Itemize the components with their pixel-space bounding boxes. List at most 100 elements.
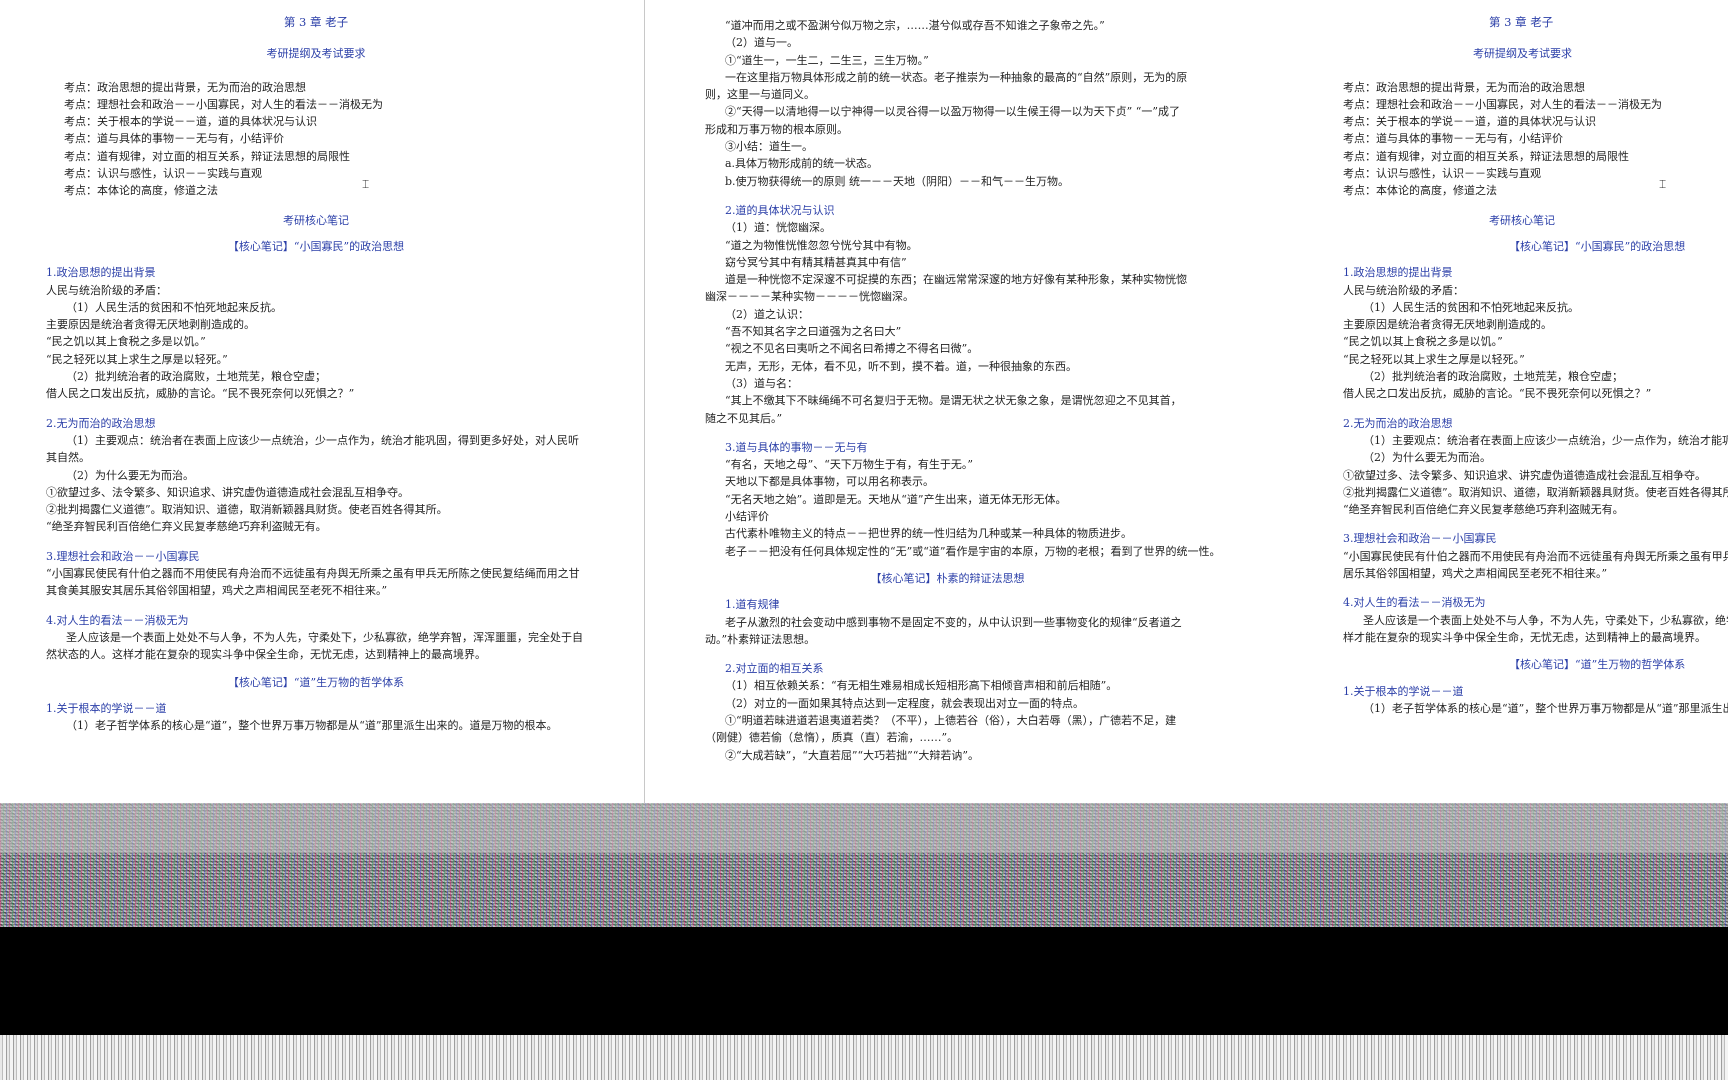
notes-heading: 考研核心笔记 xyxy=(1489,213,1555,227)
page-middle-content: “道冲而用之或不盈渊兮似万物之宗，……湛兮似或存吾不知谁之子象帝之先。” （2）… xyxy=(705,17,1221,764)
text-line: （2）为什么要无为而治。 xyxy=(1363,451,1491,465)
text-line: 人民与统治阶级的矛盾： xyxy=(46,283,167,297)
exam-point: 考点：政治思想的提出背景，无为而治的政治思想 xyxy=(1343,80,1585,94)
text-line: 借人民之口发出反抗，威胁的言论。“民不畏死奈何以死惧之？” xyxy=(46,387,355,401)
text-line: 借人民之口发出反抗，威胁的言论。“民不畏死奈何以死惧之？” xyxy=(1343,387,1652,401)
text-line: “民之饥以其上食税之多是以饥。” xyxy=(1343,335,1503,349)
section-heading: 4.对人生的看法－－消极无为 xyxy=(1343,596,1486,610)
text-line: （2）道之认识： xyxy=(725,307,809,321)
text-paragraph: 道是一种恍惚不定深邃不可捉摸的东西；在幽远常常深邃的地方好像有某种形象，某种实物… xyxy=(705,273,1187,304)
text-line: “无名天地之始”。道即是无。天地从“道”产生出来，道无体无形无体。 xyxy=(725,492,1067,506)
text-line: “吾不知其名字之曰道强为之名曰大” xyxy=(725,325,902,339)
section-heading: 3.理想社会和政治－－小国寡民 xyxy=(46,549,200,563)
text-line: （3）道与名： xyxy=(725,376,798,390)
section-heading: 2.无为而治的政治思想 xyxy=(1343,416,1453,430)
section-heading: 2.道的具体状况与认识 xyxy=(725,203,835,217)
text-cursor-icon: ⌶ xyxy=(362,177,370,191)
text-line: 窈兮冥兮其中有精其精甚真其中有信” xyxy=(725,255,907,269)
exam-point: 考点：道有规律，对立面的相互关系，辩证法思想的局限性 xyxy=(64,149,350,163)
exam-point: 考点：道与具体的事物－－无与有，小结评价 xyxy=(1343,132,1563,146)
text-line: “绝圣弃智民利百倍绝仁弃义民复孝慈绝巧弃利盗贼无有。 xyxy=(46,520,327,534)
text-line: b.使万物获得统一的原则 统一－－天地（阴阳）－－和气－－生万物。 xyxy=(725,174,1070,188)
page-right-content: 第 3 章 老子 考研提纲及考试要求 考点：政治思想的提出背景，无为而治的政治思… xyxy=(1343,14,1728,717)
text-line: （2）对立的一面如果其特点达到一定程度，就会表现出对立一面的特点。 xyxy=(725,696,1084,710)
text-line: （2）批判统治者的政治腐败，土地荒芜，粮仓空虚； xyxy=(66,370,326,384)
exam-point: 考点：认识与感性，认识－－实践与直观 xyxy=(1343,167,1541,181)
section-heading: 1.道有规律 xyxy=(725,598,780,612)
exam-point: 考点：道有规律，对立面的相互关系，辩证法思想的局限性 xyxy=(1343,149,1629,163)
text-line: “道冲而用之或不盈渊兮似万物之宗，……湛兮似或存吾不知谁之子象帝之先。” xyxy=(725,19,1105,32)
notes-heading: 考研核心笔记 xyxy=(283,213,349,227)
text-line: 老子－－把没有任何具体规定性的“无”或“道”看作是宇宙的本原，万物的老根；看到了… xyxy=(725,544,1221,558)
document-page-right: 第 3 章 老子 考研提纲及考试要求 考点：政治思想的提出背景，无为而治的政治思… xyxy=(1243,0,1728,803)
exam-points-list: 考点：政治思想的提出背景，无为而治的政治思想 考点：理想社会和政治－－小国寡民，… xyxy=(1343,79,1728,200)
exam-point: 考点：关于根本的学说－－道，道的具体状况与认识 xyxy=(64,115,317,129)
text-line: （1）老子哲学体系的核心是“道”，整个世界万事万物都是从“道”那里派生出来的。道… xyxy=(66,719,558,733)
document-page-middle: “道冲而用之或不盈渊兮似万物之宗，……湛兮似或存吾不知谁之子象帝之先。” （2）… xyxy=(646,0,1243,803)
text-line: 小结评价 xyxy=(725,510,769,524)
chapter-title: 第 3 章 老子 xyxy=(1489,15,1554,29)
text-line: 主要原因是统治者贪得无厌地剥削造成的。 xyxy=(46,318,255,332)
text-line: 人民与统治阶级的矛盾： xyxy=(1343,283,1464,297)
page-divider xyxy=(644,0,645,803)
text-paragraph: 圣人应该是一个表面上处处不与人争，不为人先，守柔处下，少私寡欲，绝学弃智，浑浑噩… xyxy=(1343,613,1728,644)
exam-point: 考点：认识与感性，认识－－实践与直观 xyxy=(64,167,262,181)
exam-point: 考点：道与具体的事物－－无与有，小结评价 xyxy=(64,132,284,146)
exam-point: 考点：政治思想的提出背景，无为而治的政治思想 xyxy=(64,80,306,94)
text-line: （1）相互依赖关系：“有无相生难易相成长短相形高下相倾音声相和前后相随”。 xyxy=(725,679,1118,693)
section-heading: 1.政治思想的提出背景 xyxy=(1343,266,1453,280)
section-heading: 1.政治思想的提出背景 xyxy=(46,266,156,280)
text-line: （1）老子哲学体系的核心是“道”，整个世界万事万物都是从“道”那里派生出来的。道… xyxy=(1363,701,1728,715)
text-line: （1）人民生活的贫困和不怕死地起来反抗。 xyxy=(66,300,282,314)
text-line: “民之轻死以其上求生之厚是以轻死。” xyxy=(46,352,228,366)
text-paragraph: （1）主要观点：统治者在表面上应该少一点统治，少一点作为，统治才能巩固，得到更多… xyxy=(1363,433,1728,447)
text-paragraph: 老子从激烈的社会变动中感到事物不是固定不变的，从中认识到一些事物变化的规律“反者… xyxy=(705,615,1182,646)
document-page-left: 第 3 章 老子 考研提纲及考试要求 考点：政治思想的提出背景，无为而治的政治思… xyxy=(0,0,643,803)
text-line: 主要原因是统治者贪得无厌地剥削造成的。 xyxy=(1343,318,1552,332)
text-line: 无声，无形，无体，看不见，听不到，摸不着。道，一种很抽象的东西。 xyxy=(725,359,1077,373)
glitch-noise-band-bottom xyxy=(0,1035,1728,1080)
text-line: a.具体万物形成前的统一状态。 xyxy=(725,157,879,171)
section-heading: 4.对人生的看法－－消极无为 xyxy=(46,613,189,627)
core-note-heading: 【核心笔记】“道”生万物的哲学体系 xyxy=(1509,658,1686,672)
text-line: “民之轻死以其上求生之厚是以轻死。” xyxy=(1343,352,1525,366)
section-heading: 1.关于根本的学说－－道 xyxy=(1343,684,1464,698)
section-heading: 3.理想社会和政治－－小国寡民 xyxy=(1343,532,1497,546)
exam-point: 考点：理想社会和政治－－小国寡民，对人生的看法－－消极无为 xyxy=(1343,97,1662,111)
black-band xyxy=(0,927,1728,1035)
text-paragraph: （1）主要观点：统治者在表面上应该少一点统治，少一点作为，统治才能巩固，得到更多… xyxy=(46,433,579,465)
text-paragraph: “小国寡民使民有什伯之器而不用使民有舟治而不远徒虽有舟舆无所乘之虽有甲兵无所陈之… xyxy=(1343,549,1728,581)
text-line: （2）为什么要无为而治。 xyxy=(66,468,194,482)
section-heading: 1.关于根本的学说－－道 xyxy=(46,701,167,715)
text-line: “民之饥以其上食税之多是以饥。” xyxy=(46,335,206,349)
text-line: ①“道生一，一生二，二生三，三生万物。” xyxy=(725,53,929,67)
text-line: ①欲望过多、法令繁多、知识追求、讲究虚伪道德造成社会混乱互相争夺。 xyxy=(1343,468,1706,482)
text-line: （1）道：恍惚幽深。 xyxy=(725,221,831,235)
core-note-heading: 【核心笔记】“道”生万物的哲学体系 xyxy=(227,675,405,689)
text-line: ②批判揭露仁义道德”。取消知识、道德，取消新颖器具财货。使老百姓各得其所。 xyxy=(1343,485,1728,499)
text-line: ②批判揭露仁义道德”。取消知识、道德，取消新颖器具财货。使老百姓各得其所。 xyxy=(46,503,448,517)
text-line: “绝圣弃智民利百倍绝仁弃义民复孝慈绝巧弃利盗贼无有。 xyxy=(1343,503,1624,517)
text-line: “视之不见名曰夷听之不闻名曰希搏之不得名曰微”。 xyxy=(725,342,979,356)
section-heading: 3.道与具体的事物－－无与有 xyxy=(725,440,868,454)
section-heading: 2.对立面的相互关系 xyxy=(725,662,824,676)
text-line: ②“大成若缺”，“大直若屈”“大巧若拙”“大辩若讷”。 xyxy=(725,748,979,762)
text-line: 天地以下都是具体事物，可以用名称表示。 xyxy=(725,475,934,489)
text-line: ③小结：道生一。 xyxy=(725,140,813,154)
exam-point: 考点：关于根本的学说－－道，道的具体状况与认识 xyxy=(1343,115,1596,129)
glitch-noise-band-top xyxy=(0,803,1728,853)
core-note-heading: 【核心笔记】朴素的辩证法思想 xyxy=(870,571,1025,585)
text-line: ①欲望过多、法令繁多、知识追求、讲究虚伪道德造成社会混乱互相争夺。 xyxy=(46,485,409,499)
text-cursor-icon: ⌶ xyxy=(1659,177,1667,191)
outline-heading: 考研提纲及考试要求 xyxy=(266,47,366,61)
section-heading: 2.无为而治的政治思想 xyxy=(46,416,156,430)
text-paragraph: “小国寡民使民有什伯之器而不用使民有舟治而不远徒虽有舟舆无所乘之虽有甲兵无所陈之… xyxy=(46,567,580,598)
text-paragraph: ①“明道若昧进道若退夷道若类？（不平），上德若谷（俗），大白若辱（黑），广德若不… xyxy=(705,713,1177,745)
text-paragraph: ②“天得一以清地得一以宁神得一以灵谷得一以盈万物得一以生候王得一以为天下贞” “… xyxy=(705,105,1180,136)
text-paragraph: 一在这里指万物具体形成之前的统一状态。老子推崇为一种抽象的最高的“自然”原则，无… xyxy=(705,70,1188,102)
exam-point: 考点：理想社会和政治－－小国寡民，对人生的看法－－消极无为 xyxy=(64,97,383,111)
outline-heading: 考研提纲及考试要求 xyxy=(1473,47,1572,61)
core-note-heading: 【核心笔记】“小国寡民”的政治思想 xyxy=(1509,239,1686,253)
text-line: （2）道与一。 xyxy=(725,36,798,50)
text-line: “道之为物惟恍惟忽忽兮恍兮其中有物。 xyxy=(725,238,918,252)
